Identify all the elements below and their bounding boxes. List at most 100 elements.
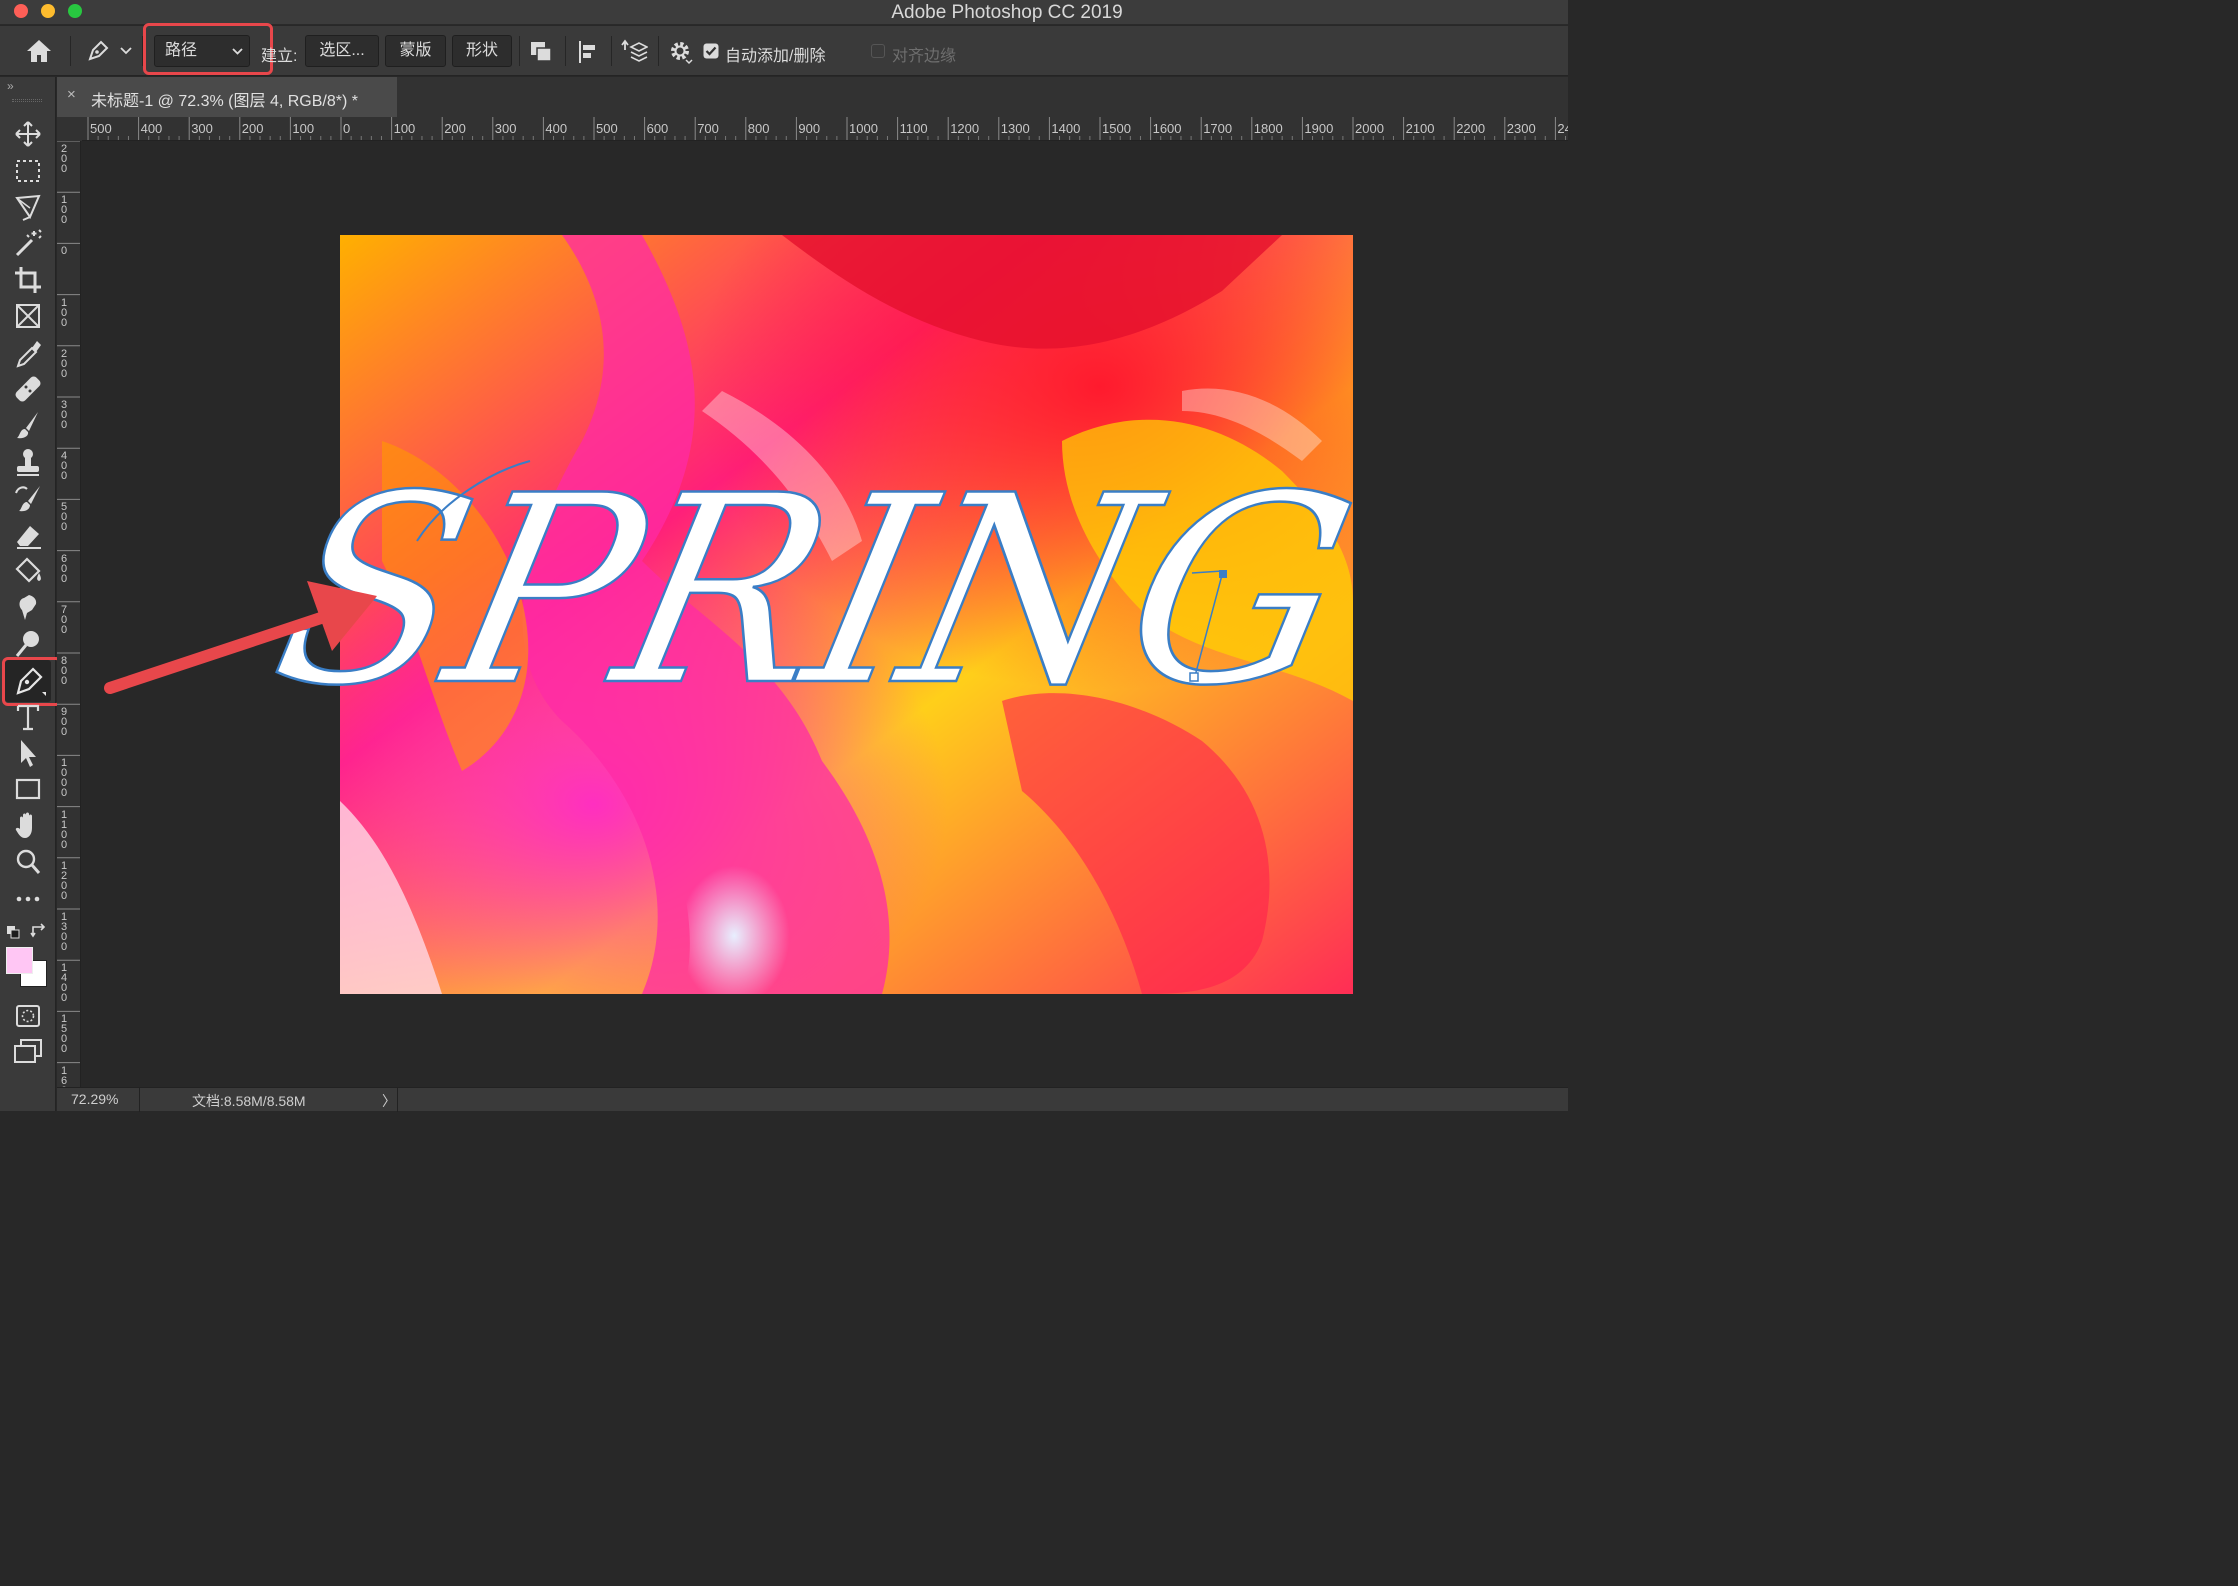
mode-select-highlight (143, 23, 273, 75)
ruler-origin[interactable] (57, 117, 82, 141)
swap-colors-icon[interactable] (30, 923, 48, 939)
document-tab-bar: × 未标题-1 @ 72.3% (图层 4, RGB/8*) * (57, 77, 1568, 117)
document-canvas[interactable]: SPRING (82, 141, 1568, 1087)
anchor-point[interactable] (1189, 672, 1199, 682)
ruler-label: 300 (60, 399, 68, 431)
foreground-color-swatch[interactable] (6, 947, 33, 974)
ruler-label: 400 (545, 121, 568, 136)
smudge-tool-icon[interactable] (8, 590, 48, 624)
magic-wand-tool-icon[interactable] (8, 226, 48, 260)
path-arrangement-icon[interactable] (620, 38, 648, 66)
history-brush-tool-icon[interactable] (8, 481, 48, 515)
more-tools-icon[interactable] (8, 882, 48, 916)
lasso-tool-icon[interactable] (8, 190, 48, 224)
auto-add-delete-checkbox[interactable] (703, 43, 719, 59)
ruler-label: 1300 (1000, 121, 1030, 136)
align-edges-checkbox[interactable] (871, 44, 885, 58)
ruler-label: 1100 (60, 808, 68, 851)
ruler-label: 2000 (1355, 121, 1384, 136)
title-bar: Adobe Photoshop CC 2019 (0, 0, 1568, 25)
screen-mode-icon[interactable] (8, 1034, 48, 1068)
panel-grip[interactable] (12, 99, 42, 102)
healing-brush-tool-icon[interactable] (8, 372, 48, 406)
horizontal-ruler[interactable]: 500 400 300 200 100 0 100 200 300 400 500 600 700 800… (82, 117, 1568, 141)
ruler-label: 100 (60, 194, 68, 227)
ruler-label: 0 (343, 121, 351, 136)
rectangle-tool-icon[interactable] (8, 772, 48, 806)
ruler-label: 900 (60, 706, 68, 739)
document-size[interactable]: 文档:8.58M/8.58M (192, 1091, 306, 1111)
make-mask-button[interactable]: 蒙版 (385, 35, 446, 67)
ruler-label: 2100 (1405, 121, 1435, 136)
document-tab[interactable]: × 未标题-1 @ 72.3% (图层 4, RGB/8*) * (57, 77, 397, 117)
clone-stamp-tool-icon[interactable] (8, 445, 48, 479)
anchor-point[interactable] (1219, 570, 1227, 578)
dodge-tool-icon[interactable] (8, 627, 48, 661)
ruler-label: 1300 (60, 911, 68, 953)
path-selection-tool-icon[interactable] (8, 736, 48, 770)
ruler-label: 24 (1557, 121, 1568, 136)
paint-bucket-tool-icon[interactable] (8, 554, 48, 588)
ruler-label: 900 (798, 121, 821, 136)
ruler-label: 2200 (1456, 121, 1486, 136)
status-bar: 72.29% 文档:8.58M/8.58M 〉 (57, 1087, 1568, 1112)
path-alignment-icon[interactable] (576, 39, 602, 65)
ruler-label: 1600 (60, 1064, 68, 1087)
status-menu-arrow[interactable]: 〉 (382, 1091, 396, 1111)
pen-tool-highlight (2, 657, 62, 706)
frame-tool-icon[interactable] (8, 299, 48, 333)
ruler-label: 600 (60, 552, 68, 585)
eyedropper-tool-icon[interactable] (8, 336, 48, 370)
ruler-label: 700 (60, 603, 68, 636)
ruler-label: 600 (646, 121, 669, 136)
canvas-area[interactable]: SPRING (82, 141, 1568, 1087)
ruler-label: 400 (140, 121, 163, 136)
ruler-label: 1400 (60, 962, 68, 1005)
make-label: 建立: (261, 48, 298, 65)
ruler-label: 800 (60, 655, 68, 687)
zoom-tool-icon[interactable] (8, 845, 48, 879)
type-tool-icon[interactable] (8, 700, 48, 734)
ruler-label: 200 (241, 121, 264, 136)
eraser-tool-icon[interactable] (8, 518, 48, 552)
quick-mask-icon[interactable] (8, 999, 48, 1033)
ruler-label: 1800 (1253, 121, 1283, 136)
ruler-label: 200 (60, 143, 68, 175)
close-tab-icon[interactable]: × (67, 86, 76, 103)
ruler-label: 0 (60, 245, 68, 258)
crop-tool-icon[interactable] (8, 263, 48, 297)
vertical-ruler[interactable]: 200 100 0 100 200 300 400 500 600 700 800 900 1000 11… (57, 141, 81, 1087)
marquee-tool-icon[interactable] (8, 154, 48, 188)
brush-tool-icon[interactable] (8, 408, 48, 442)
ruler-label: 500 (90, 121, 112, 136)
make-selection-button[interactable]: 选区... (305, 35, 379, 67)
ruler-label: 300 (494, 121, 517, 136)
zoom-level[interactable]: 72.29% (71, 1091, 118, 1107)
ruler-label: 1900 (1304, 121, 1334, 136)
ruler-label: 200 (444, 121, 466, 136)
ruler-label: 400 (60, 450, 68, 483)
gear-icon[interactable] (668, 39, 694, 65)
options-bar: 路径 建立: 选区... 蒙版 形状 自动添加/删除 对齐边缘 (0, 23, 1568, 76)
path-operations-icon[interactable] (529, 40, 555, 64)
chevron-down-icon[interactable] (120, 46, 132, 56)
default-colors-icon[interactable] (6, 925, 22, 939)
ruler-label: 700 (697, 121, 719, 136)
move-tool-icon[interactable] (8, 117, 48, 151)
pen-tool-preset-icon[interactable] (86, 39, 110, 63)
ruler-label: 800 (747, 121, 770, 136)
ruler-label: 100 (393, 121, 416, 136)
ruler-label: 200 (60, 347, 68, 380)
collapse-panel-icon[interactable]: » (7, 79, 14, 93)
home-icon[interactable] (25, 38, 53, 64)
ruler-label: 1400 (1051, 121, 1081, 136)
spring-lettering[interactable]: SPRING (253, 439, 1371, 744)
ruler-label: 1000 (60, 757, 68, 800)
make-shape-button[interactable]: 形状 (452, 35, 512, 67)
spring-text[interactable]: SPRING (253, 439, 1371, 744)
ruler-label: 1500 (60, 1013, 68, 1056)
ruler-label: 1100 (899, 121, 928, 136)
auto-add-delete-label: 自动添加/删除 (725, 48, 826, 65)
ruler-label: 2300 (1506, 121, 1536, 136)
hand-tool-icon[interactable] (8, 808, 48, 842)
